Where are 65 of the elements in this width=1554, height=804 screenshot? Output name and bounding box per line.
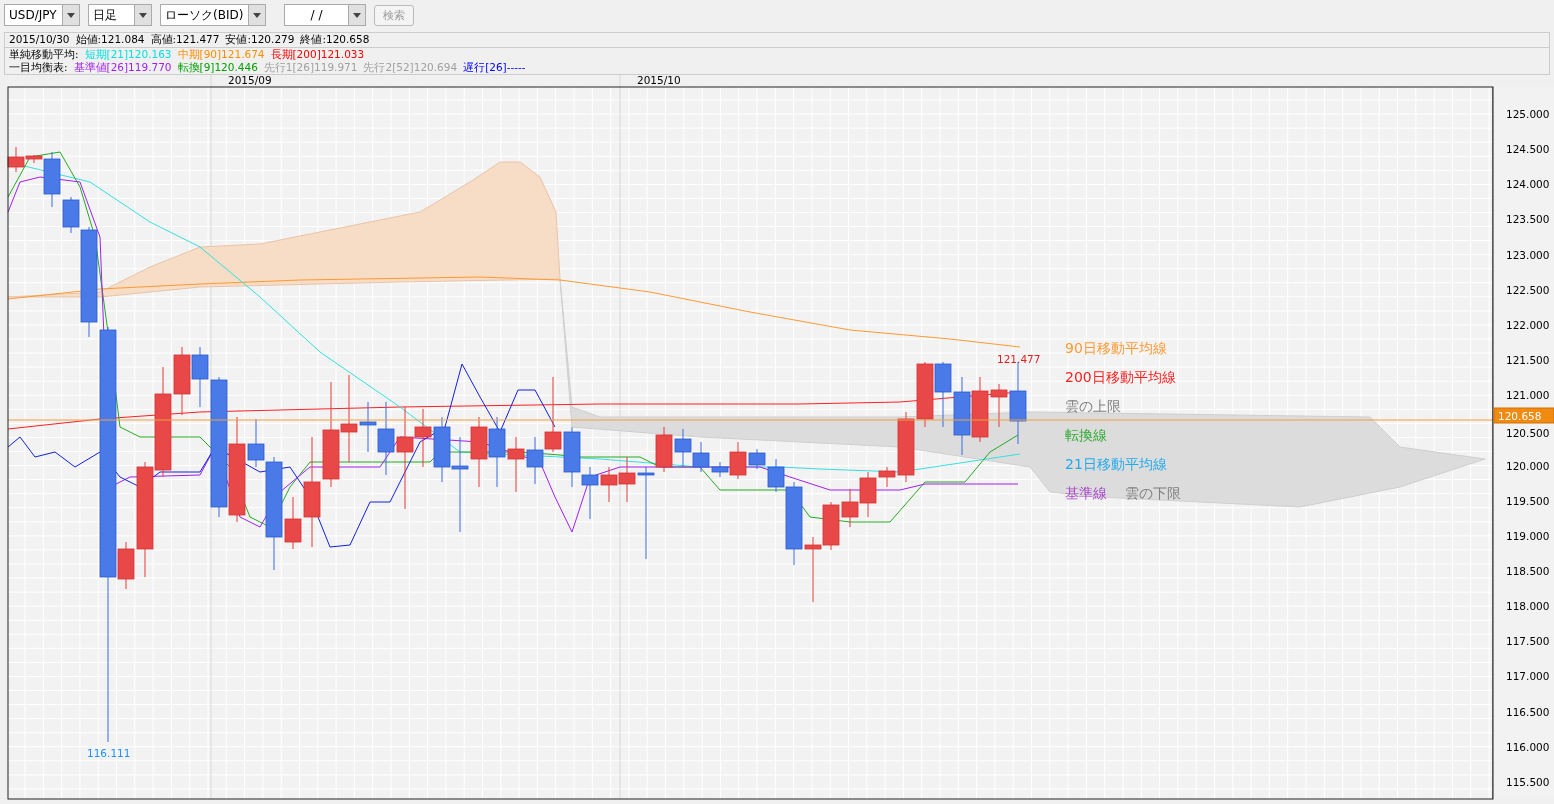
caret-icon (139, 12, 147, 18)
caret-icon (353, 12, 361, 18)
axis-tick-label: 121.000 (1506, 389, 1550, 402)
axis-tick-label: 115.500 (1506, 775, 1550, 788)
indicator-label: 単純移動平均: (9, 48, 79, 61)
legend-label: 200日移動平均線 (1065, 369, 1176, 385)
axis-tick-label: 123.500 (1506, 213, 1550, 226)
price-info-text: 2015/10/30 (9, 33, 70, 47)
indicator-value: 遅行[26]----- (463, 61, 526, 74)
candlestick (916, 361, 934, 428)
axis-tick-label: 116.500 (1506, 705, 1550, 718)
dropdown[interactable]: USD/JPY (4, 4, 80, 26)
axis-tick-label: 119.500 (1506, 494, 1550, 507)
caret-icon (67, 12, 75, 18)
indicator-value: 転換[9]120.446 (177, 61, 258, 74)
axis-tick-label: 124.000 (1506, 178, 1550, 191)
legend-label: 雲の下限 (1125, 485, 1181, 501)
axis-tick-label: 124.500 (1506, 143, 1550, 156)
axis-tick-label: 120.500 (1506, 427, 1550, 440)
price-info-text: 高値:121.477 (150, 33, 220, 47)
candlestick (470, 416, 488, 488)
indicator-value: 先行1[26]119.971 (263, 61, 358, 74)
indicator-value: 長期[200]121.033 (270, 48, 365, 61)
axis-tick-label: 118.500 (1506, 564, 1550, 577)
legend-label: 90日移動平均線 (1065, 340, 1167, 356)
axis-tick-label: 116.000 (1506, 740, 1550, 753)
axis-tick-label: 117.000 (1506, 670, 1550, 683)
legend-label: 基準線 (1065, 485, 1107, 501)
month-label: 2015/10 (637, 74, 681, 86)
legend-label: 雲の上限 (1065, 398, 1121, 414)
axis-tick-label: 122.000 (1506, 318, 1550, 331)
month-label: 2015/09 (228, 74, 272, 86)
axis-tick-label: 123.000 (1506, 248, 1550, 261)
candlestick (674, 428, 692, 468)
axis-tick-label: 125.000 (1506, 108, 1550, 120)
candlestick (507, 436, 525, 493)
candlestick (822, 501, 840, 551)
axis-tick-label: 121.500 (1506, 354, 1550, 367)
indicator-value: 先行2[52]120.694 (363, 61, 458, 74)
candlestick (488, 416, 506, 488)
axis-tick-label: 117.500 (1506, 635, 1550, 648)
candlestick (804, 536, 822, 603)
indicator-value: 短期[21]120.163 (84, 48, 172, 61)
indicator-value: 基準値[26]119.770 (73, 61, 172, 74)
indicator-value: 中期[90]121.674 (177, 48, 265, 61)
legend-label: 21日移動平均線 (1065, 456, 1167, 472)
candlestick (563, 426, 581, 488)
candlestick (841, 488, 859, 528)
current-price-tag: 120.658 (1493, 407, 1554, 424)
caret-icon (253, 12, 261, 18)
low-price-label: 116.111 (87, 747, 131, 759)
price-info-text: 始値:121.084 (75, 33, 145, 47)
legend-label: 転換線 (1065, 427, 1107, 443)
dropdown[interactable]: ローソク(BID) (160, 4, 266, 26)
indicator-label: 一目均衡表: (9, 61, 68, 74)
axis-tick-label: 118.000 (1506, 600, 1550, 613)
axis-tick-label: 120.000 (1506, 459, 1550, 472)
dropdown[interactable]: / / (284, 4, 366, 26)
price-info-text: 安値:120.279 (225, 33, 295, 47)
dropdown[interactable]: 日足 (88, 4, 152, 26)
axis-tick-label: 119.000 (1506, 529, 1550, 542)
high-price-label: 121.477 (997, 353, 1041, 365)
candlestick (934, 361, 952, 428)
axis-tick-label: 122.500 (1506, 283, 1550, 296)
price-info-text: 終値:120.658 (300, 33, 370, 47)
